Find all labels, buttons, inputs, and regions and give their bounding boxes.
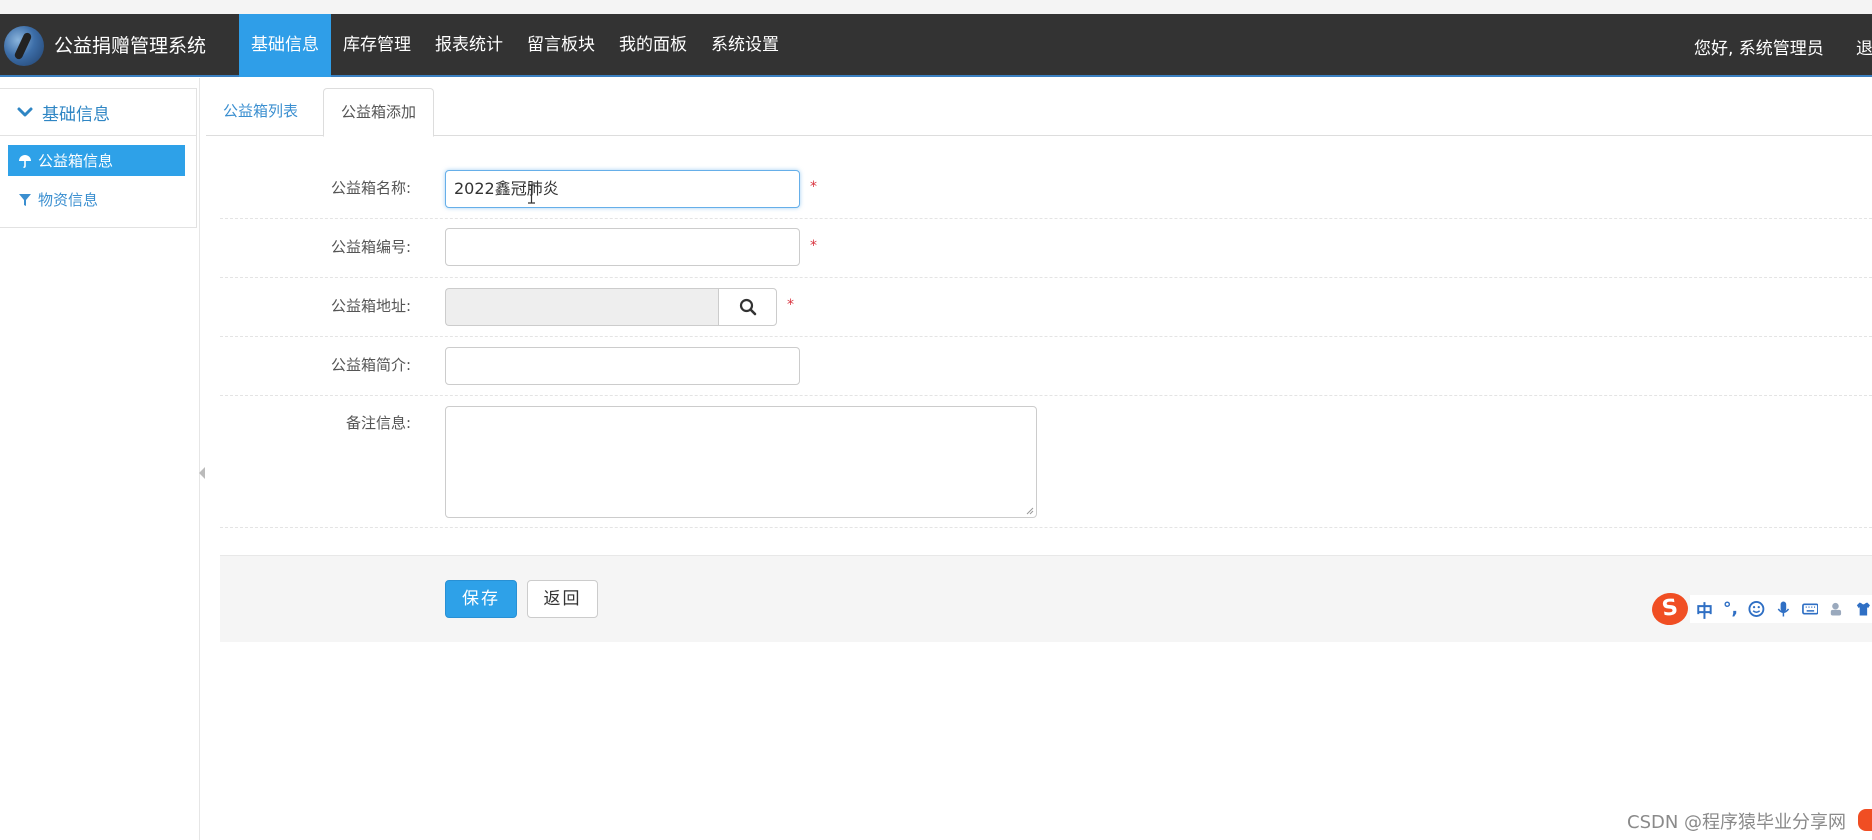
- user-tools-icon[interactable]: [1828, 600, 1845, 618]
- nav-item-settings[interactable]: 系统设置: [699, 14, 791, 77]
- tab-box-add[interactable]: 公益箱添加: [323, 88, 435, 137]
- sidebar-section-header[interactable]: 基础信息: [0, 89, 196, 136]
- tab-bar: 公益箱列表 公益箱添加: [206, 88, 1872, 137]
- save-button[interactable]: 保存: [445, 580, 517, 618]
- user-greeting[interactable]: 您好, 系统管理员: [1694, 34, 1824, 59]
- nav-item-reports[interactable]: 报表统计: [423, 14, 515, 77]
- name-label: 公益箱名称:: [330, 179, 411, 197]
- ime-mode[interactable]: 中: [1696, 597, 1713, 622]
- intro-label: 公益箱简介:: [330, 356, 411, 374]
- nav-item-inventory[interactable]: 库存管理: [331, 14, 423, 77]
- top-navbar: 公益捐赠管理系统 基础信息 库存管理 报表统计 留言板块 我的面板 系统设置 您…: [0, 14, 1872, 77]
- main-nav: 基础信息 库存管理 报表统计 留言板块 我的面板 系统设置: [239, 14, 791, 77]
- box-address-input[interactable]: [445, 288, 719, 326]
- form-actions: 保存 返回: [220, 555, 1872, 642]
- box-intro-input[interactable]: [445, 347, 800, 385]
- sidebar-item-label: 公益箱信息: [38, 152, 114, 170]
- resize-grip-icon[interactable]: [1025, 506, 1034, 515]
- search-icon: [739, 298, 756, 316]
- required-mark: *: [787, 297, 794, 313]
- sidebar-item-box-info[interactable]: 公益箱信息: [8, 145, 185, 176]
- watermark: CSDN @程序猿毕业分享网: [1627, 812, 1847, 833]
- address-label: 公益箱地址:: [330, 297, 411, 315]
- row-divider: [220, 277, 1872, 278]
- sogou-corner-icon: [1858, 809, 1872, 831]
- box-code-input[interactable]: [445, 228, 800, 266]
- tab-box-list[interactable]: 公益箱列表: [206, 88, 315, 136]
- sidebar-section-title: 基础信息: [42, 104, 110, 125]
- ime-toolbar: S 中 °,: [1649, 590, 1872, 628]
- sogou-logo-icon[interactable]: S: [1649, 590, 1691, 628]
- nav-item-basic-info[interactable]: 基础信息: [239, 14, 331, 77]
- box-name-input[interactable]: 2022鑫冠肺炎: [445, 170, 800, 208]
- filter-icon: [19, 193, 31, 206]
- ime-punct[interactable]: °,: [1723, 599, 1738, 619]
- row-divider: [220, 527, 1872, 528]
- ime-bar: 中 °,: [1690, 595, 1872, 623]
- sidebar-collapse-handle[interactable]: [199, 467, 205, 479]
- required-mark: *: [810, 238, 817, 254]
- address-search-button[interactable]: [718, 288, 777, 326]
- row-divider: [220, 336, 1872, 337]
- top-strip: [0, 0, 1872, 14]
- row-divider: [220, 395, 1872, 396]
- umbrella-icon: [19, 154, 31, 168]
- nav-item-my-panel[interactable]: 我的面板: [607, 14, 699, 77]
- logout-link[interactable]: 退出: [1856, 34, 1872, 59]
- remark-textarea[interactable]: [445, 406, 1037, 518]
- microphone-icon[interactable]: [1775, 600, 1792, 618]
- emoji-icon[interactable]: [1748, 600, 1765, 618]
- back-button[interactable]: 返回: [527, 580, 598, 618]
- row-divider: [220, 218, 1872, 219]
- nav-item-messages[interactable]: 留言板块: [515, 14, 607, 77]
- keyboard-icon[interactable]: [1801, 600, 1819, 618]
- remark-label: 备注信息:: [345, 414, 411, 432]
- sidebar-item-label: 物资信息: [38, 191, 99, 209]
- skin-shirt-icon[interactable]: [1855, 600, 1872, 618]
- text-cursor-icon: [528, 184, 535, 204]
- required-mark: *: [810, 179, 817, 195]
- app-logo: [4, 26, 44, 66]
- code-label: 公益箱编号:: [330, 238, 411, 256]
- sidebar-item-supplies[interactable]: 物资信息: [8, 184, 185, 215]
- sidebar: 基础信息 公益箱信息 物资信息: [0, 88, 197, 228]
- chevron-down-icon: [17, 107, 33, 117]
- app-brand: 公益捐赠管理系统: [54, 35, 207, 57]
- sidebar-divider: [199, 78, 200, 840]
